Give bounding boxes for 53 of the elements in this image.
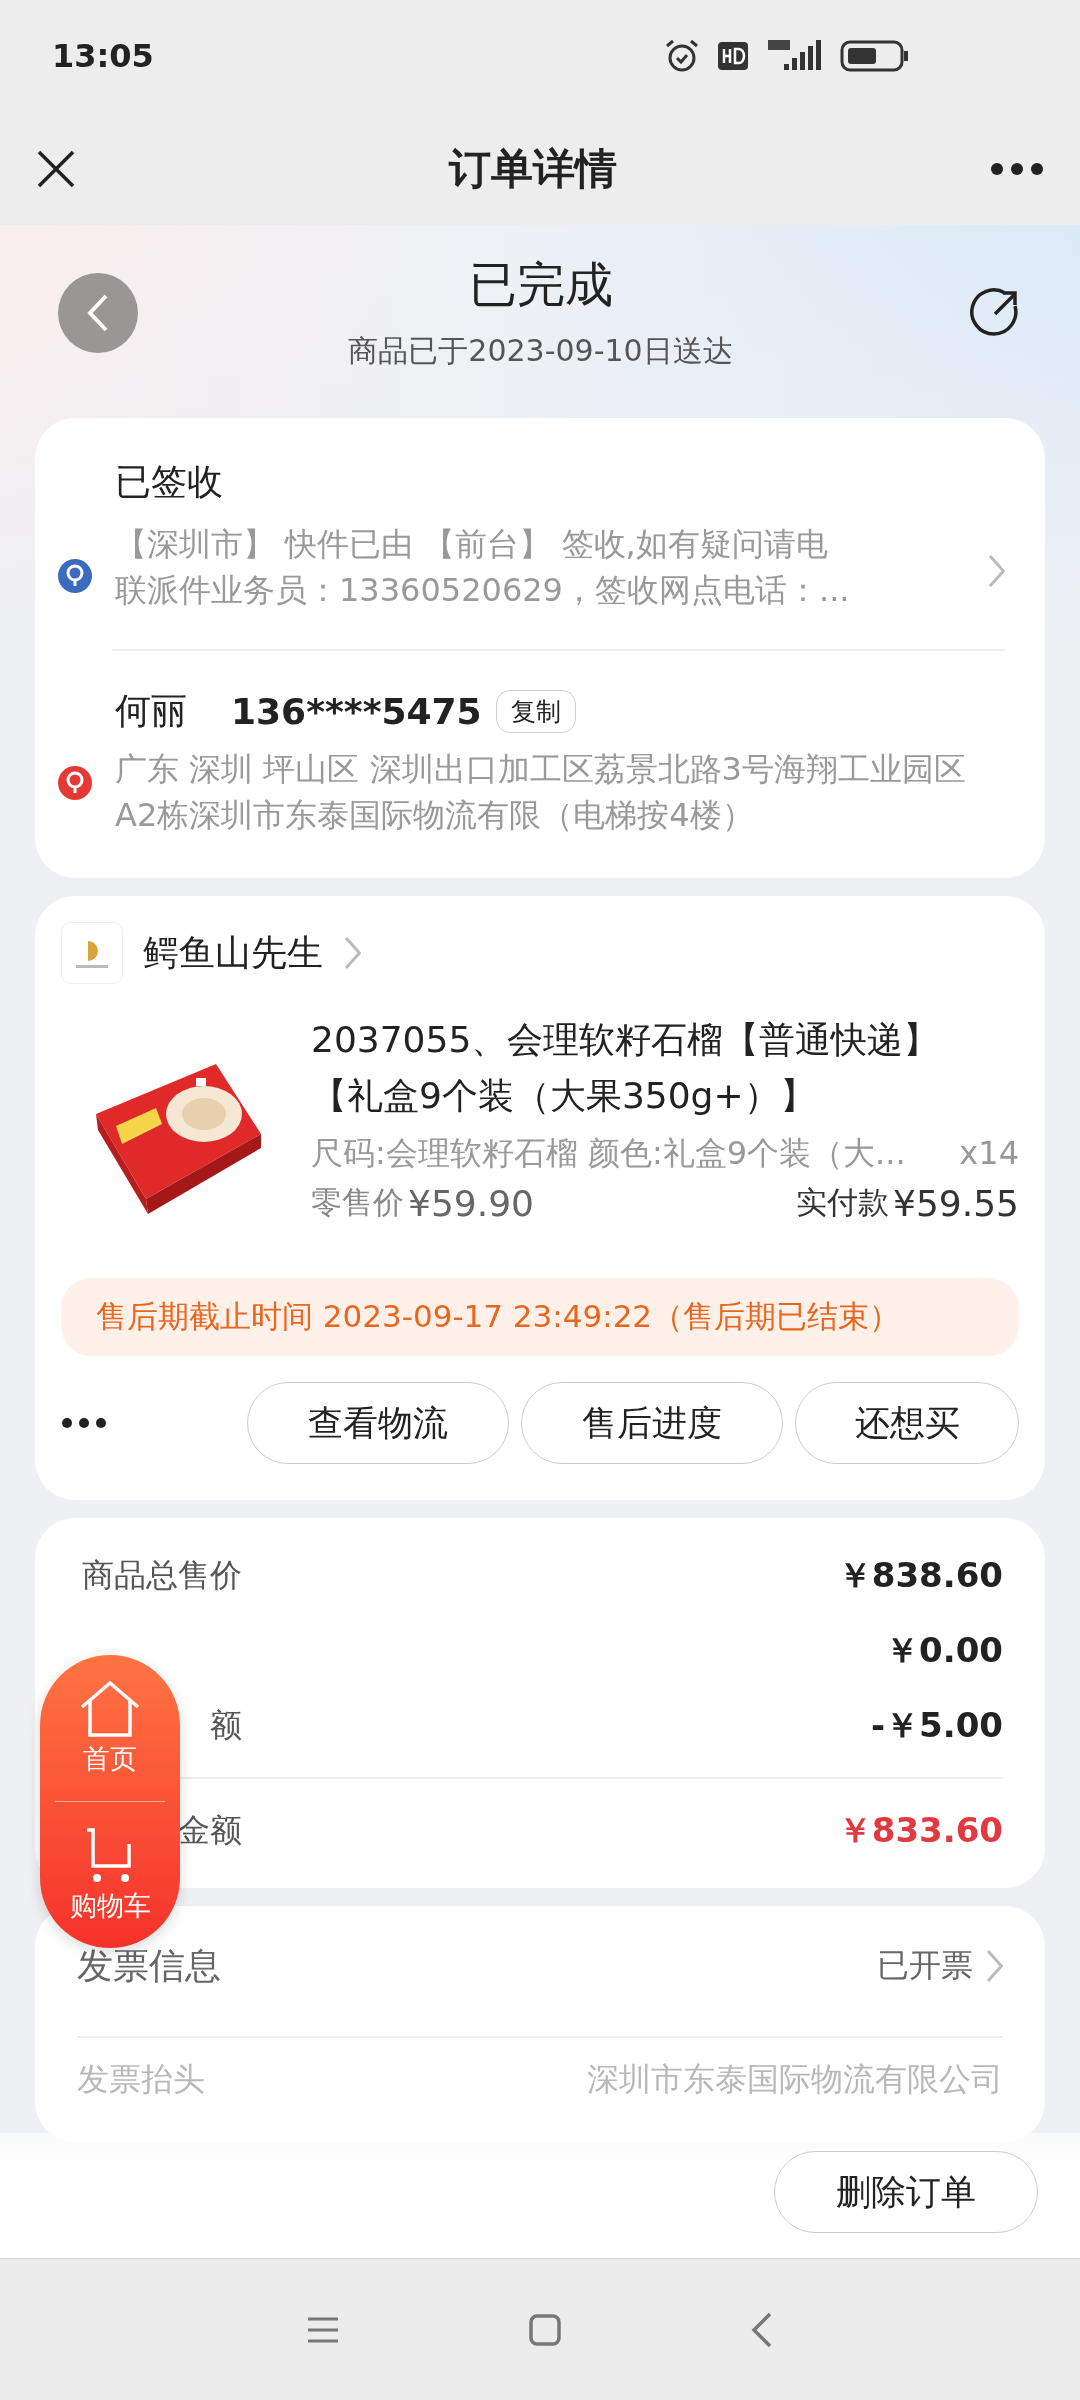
invoice-header-value: 深圳市东泰国际物流有限公司 xyxy=(587,2059,1003,2100)
logistics-row[interactable]: 已签收 【深圳市】 快件已由 【前台】 签收,如有疑问请电 联派件业务员：13360520629，签收网点电话：... xyxy=(57,458,1005,613)
paid-price-label: 实付款 xyxy=(796,1183,890,1222)
retail-price: ¥59.90 xyxy=(408,1182,534,1224)
total-amount: ￥833.60 xyxy=(837,1808,1003,1852)
store-logo xyxy=(61,922,123,984)
summary-label: 金额 xyxy=(178,1809,242,1851)
alarm-icon xyxy=(664,39,700,73)
chevron-right-icon xyxy=(343,935,361,971)
retail-price-label: 零售价 xyxy=(311,1183,404,1222)
more-button[interactable] xyxy=(990,161,1044,176)
home-icon xyxy=(78,1679,142,1737)
product-title: 2037055、会理软籽石榴【普通快递】【礼盒9个装（大果350g+）】 xyxy=(311,1018,941,1118)
recipient-name: 何丽 xyxy=(115,689,187,733)
product-quantity: x14 xyxy=(959,1133,1019,1174)
status-time: 13:05 xyxy=(52,37,154,75)
chevron-right-icon xyxy=(987,553,1005,589)
back-nav-button[interactable] xyxy=(751,2311,773,2348)
signal-icon xyxy=(766,40,822,72)
logistics-detail: 联派件业务员：13360520629，签收网点电话：... xyxy=(115,570,851,611)
order-action-button[interactable]: 查看物流 xyxy=(247,1382,509,1464)
location-pin-icon xyxy=(57,558,93,594)
chevron-right-icon xyxy=(985,1948,1003,1984)
recipient-address: 广东 深圳 坪山区 深圳出口加工区荔景北路3号海翔工业园区A2栋深圳市东泰国际物流有限（电梯按4楼） xyxy=(115,749,967,836)
logistics-status: 已签收 xyxy=(115,460,224,504)
paid-price: ¥59.55 xyxy=(893,1182,1019,1224)
recipient-phone: 136****5475 xyxy=(231,691,482,732)
order-action-button[interactable]: 还想买 xyxy=(795,1382,1019,1464)
order-action-button[interactable]: 售后进度 xyxy=(521,1382,783,1464)
summary-amount: -￥5.00 xyxy=(871,1703,1003,1747)
chevron-left-icon xyxy=(86,292,110,333)
menu-button[interactable] xyxy=(307,2315,339,2344)
more-button[interactable] xyxy=(61,1417,107,1429)
summary-amount: ￥0.00 xyxy=(885,1628,1003,1672)
invoice-header-label: 发票抬头 xyxy=(77,2059,205,2100)
logistics-detail: 【深圳市】 快件已由 【前台】 签收,如有疑问请电 xyxy=(115,524,829,565)
product-spec: 尺码:会理软籽石榴 颜色:礼盒9个装（大... xyxy=(311,1133,906,1174)
close-button[interactable] xyxy=(36,148,76,189)
invoice-status: 已开票 xyxy=(877,1945,973,1986)
page-title: 订单详情 xyxy=(449,142,617,195)
location-pin-icon xyxy=(57,765,93,801)
summary-label: 商品总售价 xyxy=(82,1554,242,1596)
store-link[interactable]: 鳄鱼山先生 xyxy=(61,922,1019,984)
delivery-note: 商品已于2023-09-10日送达 xyxy=(348,332,733,370)
order-status: 已完成 xyxy=(468,255,613,314)
summary-amount: ￥838.60 xyxy=(837,1553,1003,1597)
delete-order-button[interactable]: 删除订单 xyxy=(774,2151,1038,2233)
battery-icon xyxy=(840,40,910,72)
after-sale-notice: 售后期截止时间 2023-09-17 23:49:22（售后期已结束） xyxy=(61,1278,1019,1356)
copy-button[interactable]: 复制 xyxy=(495,690,576,733)
summary-label: 额 xyxy=(210,1704,242,1746)
hd-icon xyxy=(718,42,748,70)
home-button[interactable] xyxy=(529,2313,561,2346)
